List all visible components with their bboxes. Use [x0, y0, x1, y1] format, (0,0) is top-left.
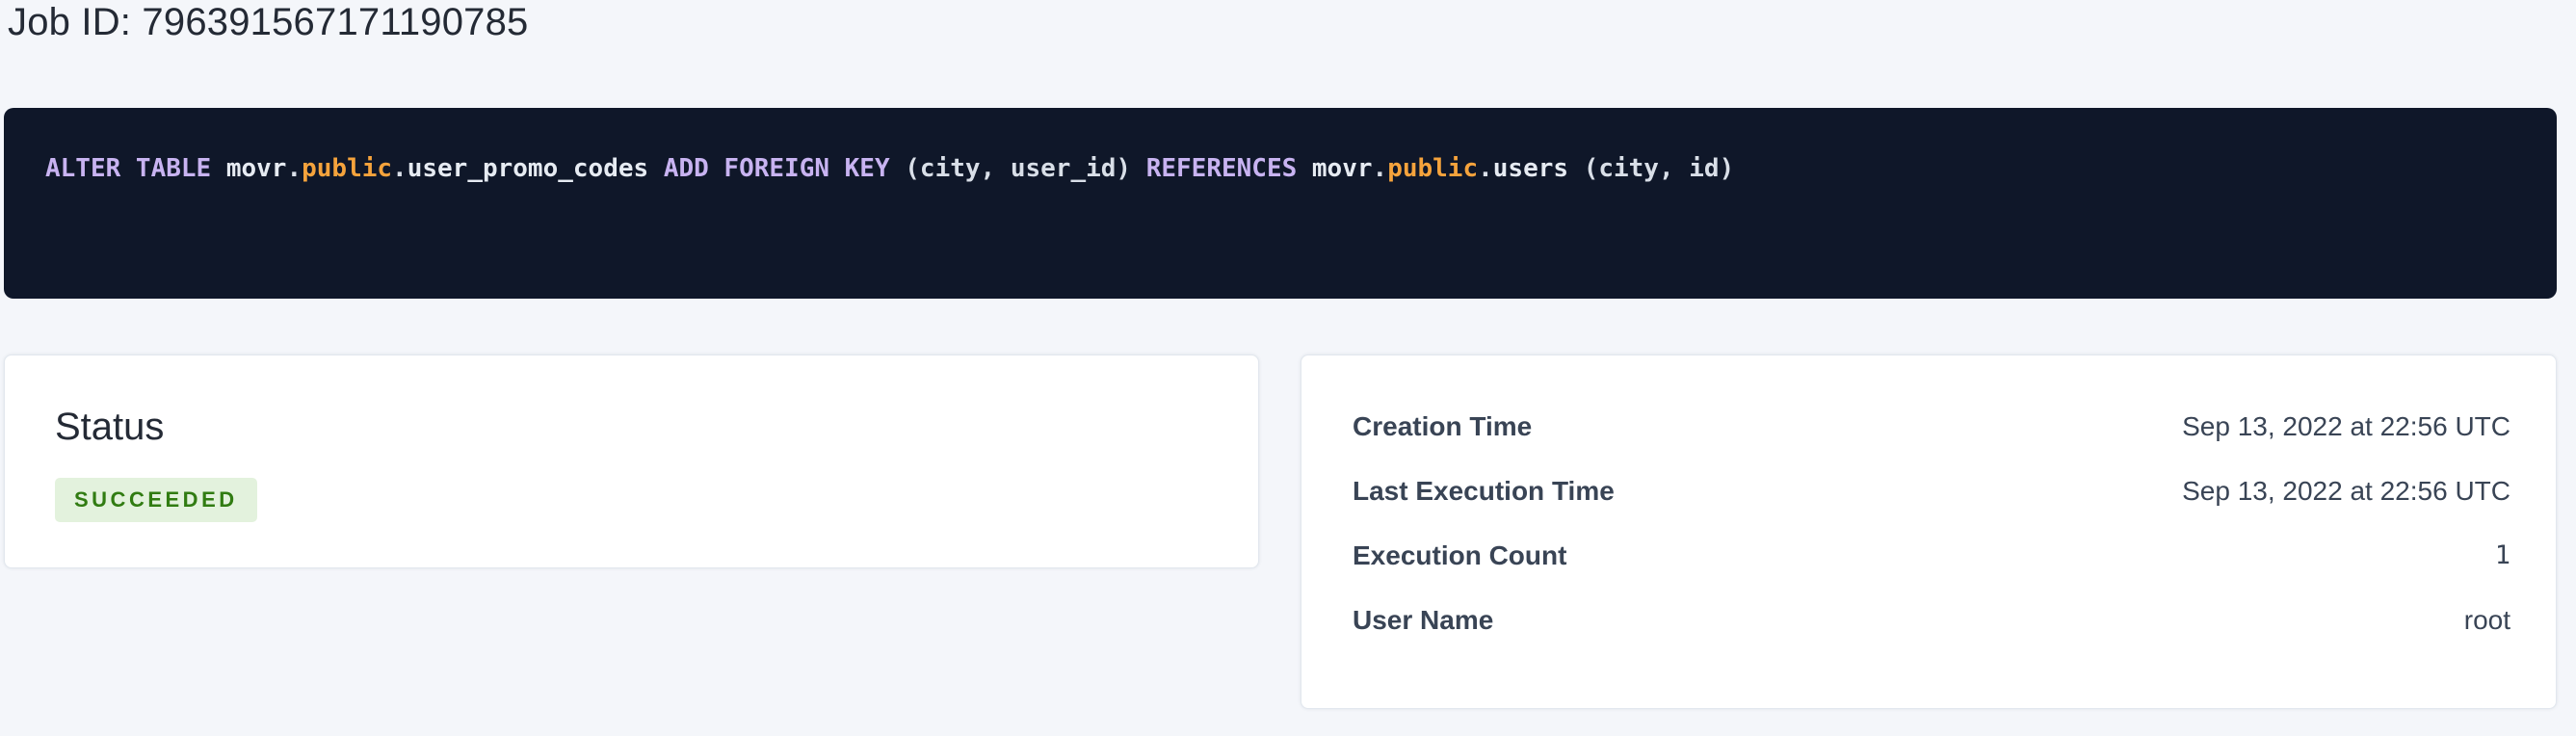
sql-token-identifier: users — [1493, 154, 1584, 183]
sql-token-schema: public — [1387, 154, 1478, 183]
page-title: Job ID: 796391567171190785 — [8, 0, 2557, 44]
status-card: Status SUCCEEDED — [4, 355, 1259, 568]
detail-value: Sep 13, 2022 at 22:56 UTC — [2182, 411, 2510, 442]
sql-token-identifier: movr — [226, 154, 287, 183]
detail-row: Execution Count 1 — [1353, 523, 2510, 588]
sql-token-punct: . — [1373, 154, 1388, 183]
detail-value: root — [2464, 605, 2510, 636]
sql-token-punct: . — [1478, 154, 1493, 183]
sql-token-schema: public — [302, 154, 392, 183]
sql-token-keyword: REFERENCES — [1146, 154, 1312, 183]
detail-label: Creation Time — [1353, 411, 1532, 442]
detail-row: User Name root — [1353, 588, 2510, 652]
detail-value: Sep 13, 2022 at 22:56 UTC — [2182, 476, 2510, 507]
summary-cards-row: Status SUCCEEDED Creation Time Sep 13, 20… — [4, 355, 2557, 709]
status-badge: SUCCEEDED — [55, 478, 257, 522]
sql-token-punct: (city, id) — [1584, 154, 1735, 183]
sql-token-punct: . — [392, 154, 407, 183]
detail-row: Last Execution Time Sep 13, 2022 at 22:56… — [1353, 459, 2510, 523]
detail-value: 1 — [2495, 540, 2510, 570]
sql-token-punct: (city, user_id) — [905, 154, 1145, 183]
detail-row: Creation Time Sep 13, 2022 at 22:56 UTC — [1353, 394, 2510, 459]
sql-token-keyword: ALTER TABLE — [45, 154, 226, 183]
sql-token-keyword: ADD FOREIGN KEY — [664, 154, 905, 183]
details-rows: Creation TimeSep 13, 2022 at 22:56 UTCLa… — [1353, 394, 2510, 652]
detail-label: Execution Count — [1353, 540, 1566, 571]
details-card: Creation TimeSep 13, 2022 at 22:56 UTCLa… — [1301, 355, 2557, 709]
sql-statement-box: ALTER TABLE movr.public.user_promo_codes… — [4, 108, 2557, 299]
sql-statement-text: ALTER TABLE movr.public.user_promo_codes… — [45, 152, 2518, 185]
job-details-page: Job ID: 796391567171190785 ALTER TABLE m… — [4, 0, 2557, 709]
detail-label: User Name — [1353, 605, 1493, 636]
sql-token-identifier: movr — [1312, 154, 1373, 183]
sql-token-punct: . — [286, 154, 302, 183]
detail-label: Last Execution Time — [1353, 476, 1615, 507]
sql-token-identifier: user_promo_codes — [407, 154, 664, 183]
status-heading: Status — [55, 404, 1205, 450]
